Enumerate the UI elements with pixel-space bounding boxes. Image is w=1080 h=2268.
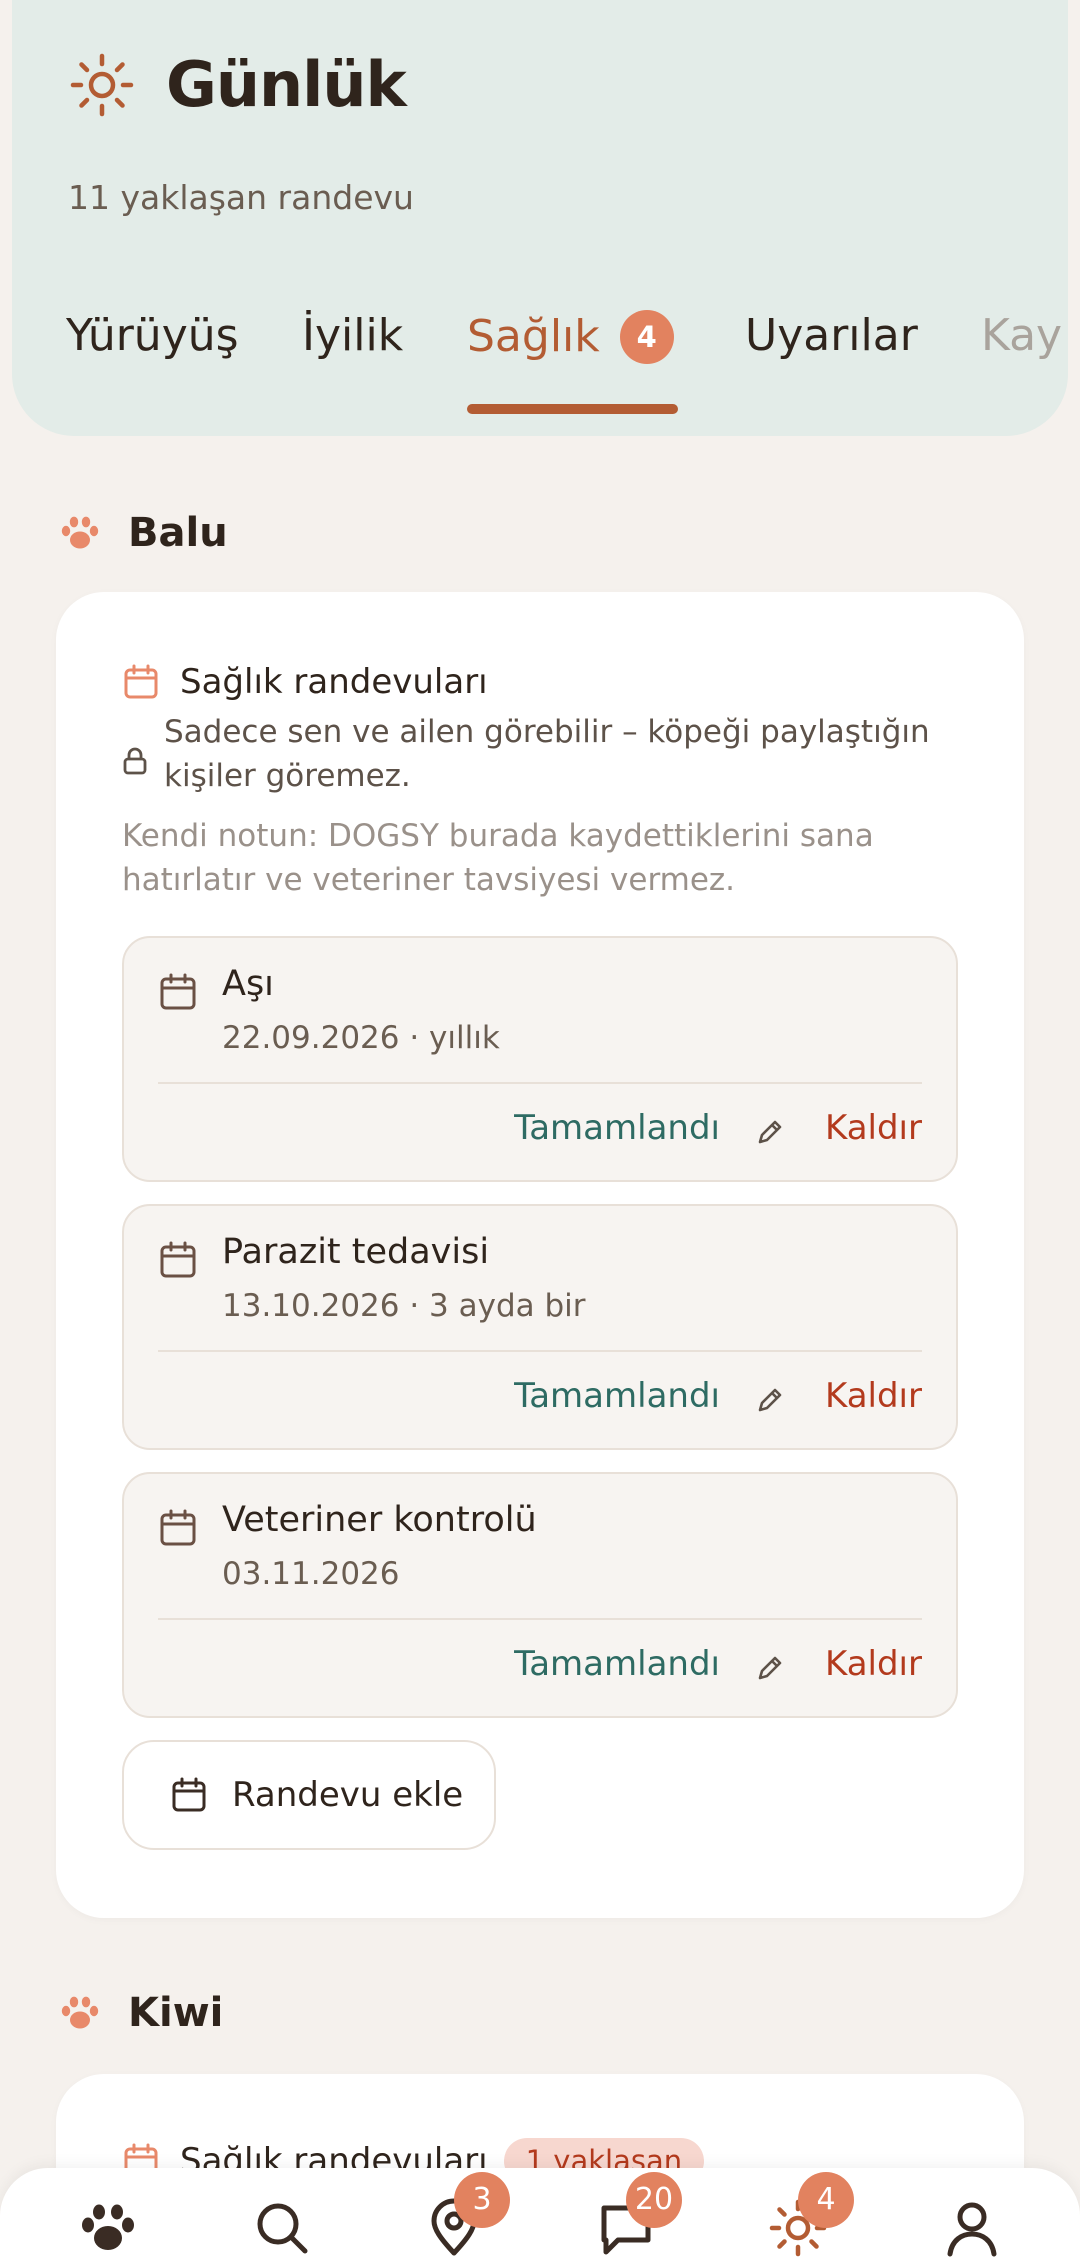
page-title: Günlük bbox=[166, 48, 407, 121]
appointment-card[interactable]: Veteriner kontrolü 03.11.2026 Tamamlandı… bbox=[122, 1472, 958, 1718]
nav-profile[interactable] bbox=[942, 2198, 1002, 2258]
nav-dogs[interactable] bbox=[78, 2198, 138, 2258]
remove-button[interactable]: Kaldır bbox=[825, 1108, 922, 1148]
appointment-date: 22.09.2026 · yıllık bbox=[222, 1020, 500, 1056]
nav-journal[interactable]: 4 bbox=[768, 2172, 854, 2258]
tab-health[interactable]: Sağlık 4 bbox=[467, 310, 674, 364]
appointment-date: 03.11.2026 bbox=[222, 1556, 400, 1592]
nav-messages[interactable]: 20 bbox=[596, 2172, 682, 2258]
appointment-title: Parazit tedavisi bbox=[222, 1232, 490, 1272]
section-header: Sağlık randevuları bbox=[122, 662, 488, 702]
search-icon bbox=[252, 2198, 312, 2258]
appointment-title: Veteriner kontrolü bbox=[222, 1500, 537, 1540]
calendar-icon bbox=[170, 1776, 208, 1814]
divider bbox=[158, 1082, 922, 1084]
tab-alerts[interactable]: Uyarılar bbox=[745, 310, 918, 361]
appointment-date: 13.10.2026 · 3 ayda bir bbox=[222, 1288, 586, 1324]
upcoming-count: 11 yaklaşan randevu bbox=[68, 178, 414, 217]
pet-name: Kiwi bbox=[128, 1990, 224, 2036]
divider bbox=[158, 1350, 922, 1352]
add-appointment-button[interactable]: Randevu ekle bbox=[122, 1740, 496, 1850]
paw-icon bbox=[78, 2198, 138, 2258]
title-row: Günlük bbox=[68, 48, 407, 121]
nav-map[interactable]: 3 bbox=[424, 2172, 510, 2258]
tab-records[interactable]: Kay bbox=[981, 310, 1062, 361]
pet-heading-balu: Balu bbox=[60, 510, 228, 556]
remove-button[interactable]: Kaldır bbox=[825, 1376, 922, 1416]
nav-search[interactable] bbox=[252, 2198, 312, 2258]
appointment-card[interactable]: Aşı 22.09.2026 · yıllık Tamamlandı Kaldı… bbox=[122, 936, 958, 1182]
divider bbox=[158, 1618, 922, 1620]
tab-health-label: Sağlık bbox=[467, 311, 600, 362]
mark-done-button[interactable]: Tamamlandı bbox=[514, 1644, 720, 1684]
bottom-nav: 3 20 4 bbox=[0, 2168, 1080, 2268]
tab-walk[interactable]: Yürüyüş bbox=[66, 310, 239, 361]
nav-badge: 20 bbox=[626, 2172, 682, 2228]
add-appointment-label: Randevu ekle bbox=[232, 1775, 464, 1815]
privacy-notice: Sadece sen ve ailen görebilir – köpeği p… bbox=[122, 710, 1002, 798]
profile-icon bbox=[942, 2198, 1002, 2258]
section-title: Sağlık randevuları bbox=[180, 662, 488, 702]
appointment-card[interactable]: Parazit tedavisi 13.10.2026 · 3 ayda bir… bbox=[122, 1204, 958, 1450]
tab-wellness[interactable]: İyilik bbox=[302, 310, 403, 361]
disclaimer-note: Kendi notun: DOGSY burada kaydettiklerin… bbox=[122, 818, 874, 898]
sun-icon bbox=[68, 51, 136, 119]
privacy-text: Sadece sen ve ailen görebilir – köpeği p… bbox=[164, 714, 930, 794]
pet-name: Balu bbox=[128, 510, 228, 556]
active-tab-indicator bbox=[467, 404, 678, 414]
calendar-icon bbox=[122, 663, 160, 701]
nav-badge: 3 bbox=[454, 2172, 510, 2228]
pet-heading-kiwi: Kiwi bbox=[60, 1990, 223, 2036]
paw-icon bbox=[60, 513, 100, 553]
nav-badge: 4 bbox=[798, 2172, 854, 2228]
mark-done-button[interactable]: Tamamlandı bbox=[514, 1108, 720, 1148]
lock-icon bbox=[122, 710, 148, 798]
appointment-title: Aşı bbox=[222, 964, 274, 1004]
mark-done-button[interactable]: Tamamlandı bbox=[514, 1376, 720, 1416]
remove-button[interactable]: Kaldır bbox=[825, 1644, 922, 1684]
paw-icon bbox=[60, 1993, 100, 2033]
tab-health-badge: 4 bbox=[619, 310, 674, 364]
tab-bar: Yürüyüş İyilik Sağlık 4 Uyarılar Kay bbox=[54, 310, 1068, 374]
